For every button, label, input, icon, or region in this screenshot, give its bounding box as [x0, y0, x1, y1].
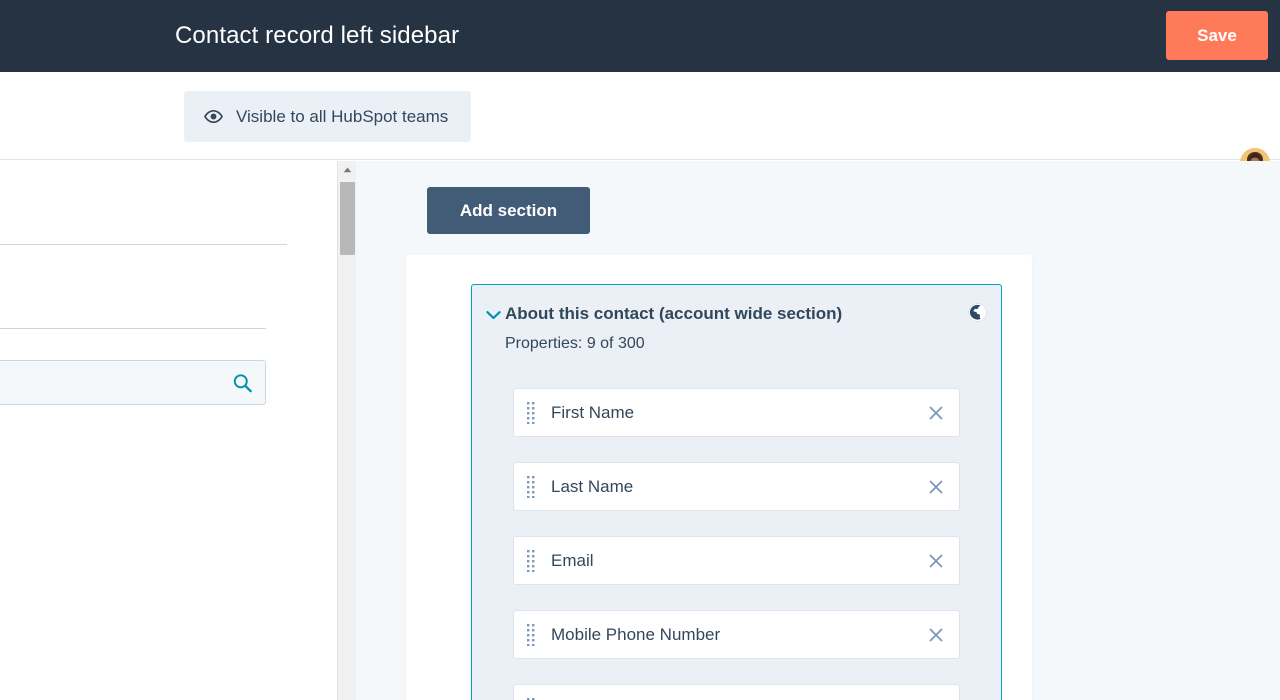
section-title: About this contact (account wide section…	[505, 304, 843, 323]
sidebar-divider-middle	[0, 328, 266, 329]
top-bar: Contact record left sidebar Save	[0, 0, 1280, 72]
section-properties-count: Properties: 9 of 300	[505, 335, 645, 352]
visibility-pill[interactable]: Visible to all HubSpot teams	[184, 91, 472, 142]
vertical-scrollbar[interactable]	[337, 161, 356, 700]
chevron-down-icon[interactable]	[483, 305, 503, 325]
sidebar-section-title: wide section)	[0, 269, 124, 289]
property-label: Mobile Phone Number	[551, 624, 721, 644]
close-icon	[929, 406, 943, 419]
property-row[interactable]: Email	[513, 536, 960, 585]
sections-card: About this contact (account wide section…	[406, 255, 1032, 700]
property-list: First Name Last Name Email Mobile Phone …	[472, 388, 1001, 700]
scrollbar-thumb[interactable]	[340, 182, 355, 255]
remove-property-button[interactable]	[927, 552, 945, 570]
scrollbar-up-arrow-button[interactable]	[338, 161, 356, 178]
sidebar-search-box[interactable]	[0, 360, 266, 405]
close-icon	[929, 554, 943, 567]
drag-handle-icon[interactable]	[527, 549, 535, 572]
property-row[interactable]	[513, 684, 960, 700]
drag-handle-icon[interactable]	[527, 475, 535, 498]
search-icon[interactable]	[232, 372, 253, 393]
remove-property-button[interactable]	[927, 478, 945, 496]
property-label: Last Name	[551, 476, 634, 496]
property-row[interactable]: Last Name	[513, 462, 960, 511]
property-row[interactable]: First Name	[513, 388, 960, 437]
property-row[interactable]: Mobile Phone Number	[513, 610, 960, 659]
globe-icon[interactable]	[967, 302, 988, 323]
property-label: First Name	[551, 402, 635, 422]
sub-header: Visible to all HubSpot teams	[0, 72, 1280, 216]
eye-icon	[204, 109, 223, 124]
section-header: About this contact (account wide section…	[472, 285, 1001, 352]
remove-property-button[interactable]	[927, 626, 945, 644]
editor-canvas: Add section About this contact (account …	[356, 161, 1280, 700]
chevron-down-glyph	[485, 311, 501, 320]
page-title: Contact record left sidebar	[175, 22, 460, 49]
close-icon	[929, 480, 943, 493]
remove-property-button[interactable]	[927, 404, 945, 422]
save-button[interactable]: Save	[1166, 11, 1268, 60]
property-label: Email	[551, 550, 594, 570]
sidebar-divider-top	[0, 244, 287, 245]
section-about-this-contact[interactable]: About this contact (account wide section…	[471, 284, 1002, 700]
drag-handle-icon[interactable]	[527, 401, 535, 424]
visibility-label: Visible to all HubSpot teams	[236, 106, 449, 126]
add-section-button[interactable]: Add section	[427, 187, 590, 234]
caret-up-icon	[343, 167, 351, 172]
drag-handle-icon[interactable]	[527, 623, 535, 646]
left-sidebar-pane: wide section) d Date re	[0, 161, 336, 700]
close-icon	[929, 628, 943, 641]
